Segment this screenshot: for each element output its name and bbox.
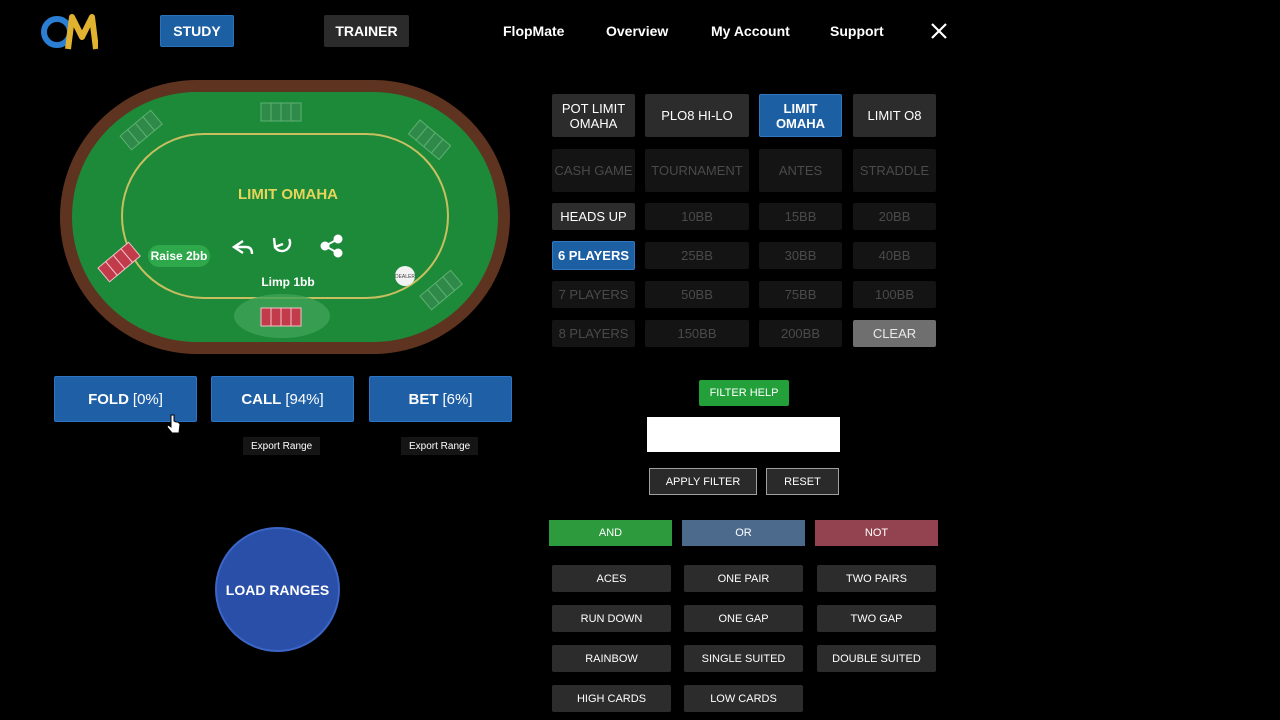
nav-link-my-account[interactable]: My Account bbox=[711, 23, 790, 39]
format-tournament[interactable]: TOURNAMENT bbox=[645, 149, 749, 192]
game-plo8-hi-lo[interactable]: PLO8 HI-LO bbox=[645, 94, 749, 137]
trainer-tab[interactable]: TRAINER bbox=[324, 15, 409, 47]
hand-filter-high-cards[interactable]: HIGH CARDS bbox=[552, 685, 671, 712]
fold-percent: [0%] bbox=[132, 390, 163, 408]
limp-label: Limp 1bb bbox=[261, 275, 314, 289]
hand-filter-aces[interactable]: ACES bbox=[552, 565, 671, 592]
table-title: LIMIT OMAHA bbox=[238, 186, 338, 203]
reset-button[interactable]: RESET bbox=[766, 468, 839, 495]
logic-not-button[interactable]: NOT bbox=[815, 520, 938, 546]
hand-filter-two-gap[interactable]: TWO GAP bbox=[817, 605, 936, 632]
call-button[interactable]: CALL [94%] bbox=[211, 376, 354, 422]
nav-link-flopmate[interactable]: FlopMate bbox=[503, 23, 564, 39]
study-tab[interactable]: STUDY bbox=[160, 15, 234, 47]
stack-75bb[interactable]: 75BB bbox=[759, 281, 842, 308]
players-6[interactable]: 6 PLAYERS bbox=[552, 241, 635, 270]
game-pot-limit-omaha[interactable]: POT LIMIT OMAHA bbox=[552, 94, 635, 137]
players-7[interactable]: 7 PLAYERS bbox=[552, 281, 635, 308]
stack-200bb[interactable]: 200BB bbox=[759, 320, 842, 347]
logic-and-button[interactable]: AND bbox=[549, 520, 672, 546]
export-range-call-button[interactable]: Export Range bbox=[243, 437, 321, 455]
stack-15bb[interactable]: 15BB bbox=[759, 203, 842, 230]
format-straddle[interactable]: STRADDLE bbox=[853, 149, 936, 192]
nav-link-overview[interactable]: Overview bbox=[606, 23, 668, 39]
call-label: CALL bbox=[241, 390, 282, 408]
export-range-bet-button[interactable]: Export Range bbox=[401, 437, 479, 455]
logic-or-button[interactable]: OR bbox=[682, 520, 805, 546]
hand-filter-low-cards[interactable]: LOW CARDS bbox=[684, 685, 803, 712]
poker-table: LIMIT OMAHA Raise 2bb Limp 1bb DEALER bbox=[60, 80, 510, 354]
call-percent: [94%] bbox=[285, 390, 324, 408]
om-logo[interactable] bbox=[40, 11, 98, 53]
game-limit-o8[interactable]: LIMIT O8 bbox=[853, 94, 936, 137]
format-cash-game[interactable]: CASH GAME bbox=[552, 149, 635, 192]
seat-top bbox=[260, 102, 302, 122]
clear-button[interactable]: CLEAR bbox=[853, 320, 936, 347]
hand-filter-rainbow[interactable]: RAINBOW bbox=[552, 645, 671, 672]
stack-30bb[interactable]: 30BB bbox=[759, 242, 842, 269]
players-8[interactable]: 8 PLAYERS bbox=[552, 320, 635, 347]
players-heads-up[interactable]: HEADS UP bbox=[552, 203, 635, 230]
hand-filter-double-suited[interactable]: DOUBLE SUITED bbox=[817, 645, 936, 672]
bet-label: BET bbox=[408, 390, 439, 408]
hand-filter-run-down[interactable]: RUN DOWN bbox=[552, 605, 671, 632]
stack-100bb[interactable]: 100BB bbox=[853, 281, 936, 308]
bet-percent: [6%] bbox=[442, 390, 473, 408]
game-limit-omaha[interactable]: LIMIT OMAHA bbox=[759, 94, 842, 137]
load-ranges-button[interactable]: LOAD RANGES bbox=[215, 527, 340, 652]
apply-filter-button[interactable]: APPLY FILTER bbox=[649, 468, 757, 495]
filter-help-button[interactable]: FILTER HELP bbox=[699, 380, 789, 406]
stack-10bb[interactable]: 10BB bbox=[645, 203, 749, 230]
x-social-icon[interactable] bbox=[930, 22, 948, 40]
hand-filter-two-pairs[interactable]: TWO PAIRS bbox=[817, 565, 936, 592]
dealer-label: DEALER bbox=[395, 274, 415, 280]
stack-40bb[interactable]: 40BB bbox=[853, 242, 936, 269]
filter-input[interactable] bbox=[647, 417, 840, 452]
nav-link-support[interactable]: Support bbox=[830, 23, 884, 39]
mouse-cursor-icon bbox=[166, 414, 181, 434]
stack-25bb[interactable]: 25BB bbox=[645, 242, 749, 269]
stack-50bb[interactable]: 50BB bbox=[645, 281, 749, 308]
hand-filter-one-gap[interactable]: ONE GAP bbox=[684, 605, 803, 632]
raise-label: Raise 2bb bbox=[151, 249, 208, 263]
bet-button[interactable]: BET [6%] bbox=[369, 376, 512, 422]
stack-150bb[interactable]: 150BB bbox=[645, 320, 749, 347]
hand-filter-one-pair[interactable]: ONE PAIR bbox=[684, 565, 803, 592]
fold-label: FOLD bbox=[88, 390, 129, 408]
stack-20bb[interactable]: 20BB bbox=[853, 203, 936, 230]
format-antes[interactable]: ANTES bbox=[759, 149, 842, 192]
hand-filter-single-suited[interactable]: SINGLE SUITED bbox=[684, 645, 803, 672]
